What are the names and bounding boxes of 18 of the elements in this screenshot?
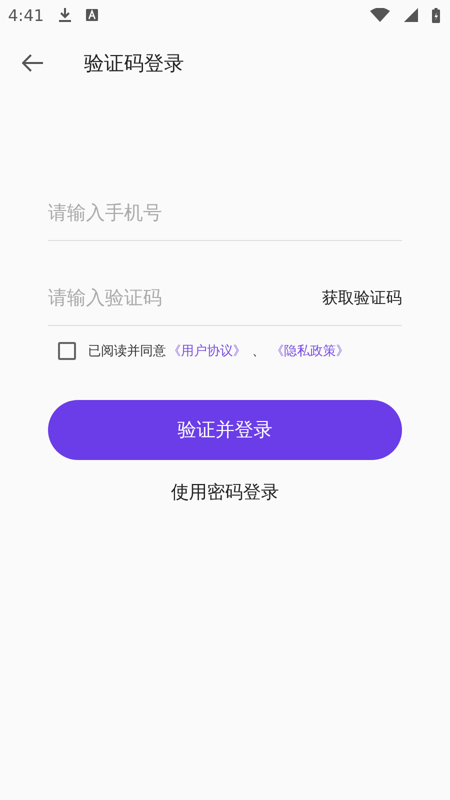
battery-icon	[432, 8, 440, 22]
phone-field[interactable]: 请输入手机号	[48, 202, 402, 224]
code-field[interactable]: 请输入验证码	[48, 287, 322, 309]
agreement-text: 已阅读并同意	[88, 343, 166, 360]
app-notification-icon	[86, 9, 98, 21]
get-code-button[interactable]: 获取验证码	[322, 288, 402, 308]
back-arrow-icon[interactable]	[22, 54, 44, 72]
signal-icon	[404, 8, 418, 22]
wifi-icon	[370, 8, 390, 22]
status-time: 4:41	[8, 6, 44, 24]
password-login-link[interactable]: 使用密码登录	[171, 480, 279, 504]
policy-link[interactable]: 《用户协议》	[168, 342, 246, 360]
policy-link[interactable]: 《隐私政策》	[271, 342, 349, 360]
separator-text: 、	[252, 343, 265, 360]
download-icon	[58, 7, 72, 23]
verify-login-button[interactable]: 验证并登录	[48, 400, 402, 460]
agreement-checkbox[interactable]	[58, 342, 76, 360]
page-title: 验证码登录	[84, 50, 184, 76]
